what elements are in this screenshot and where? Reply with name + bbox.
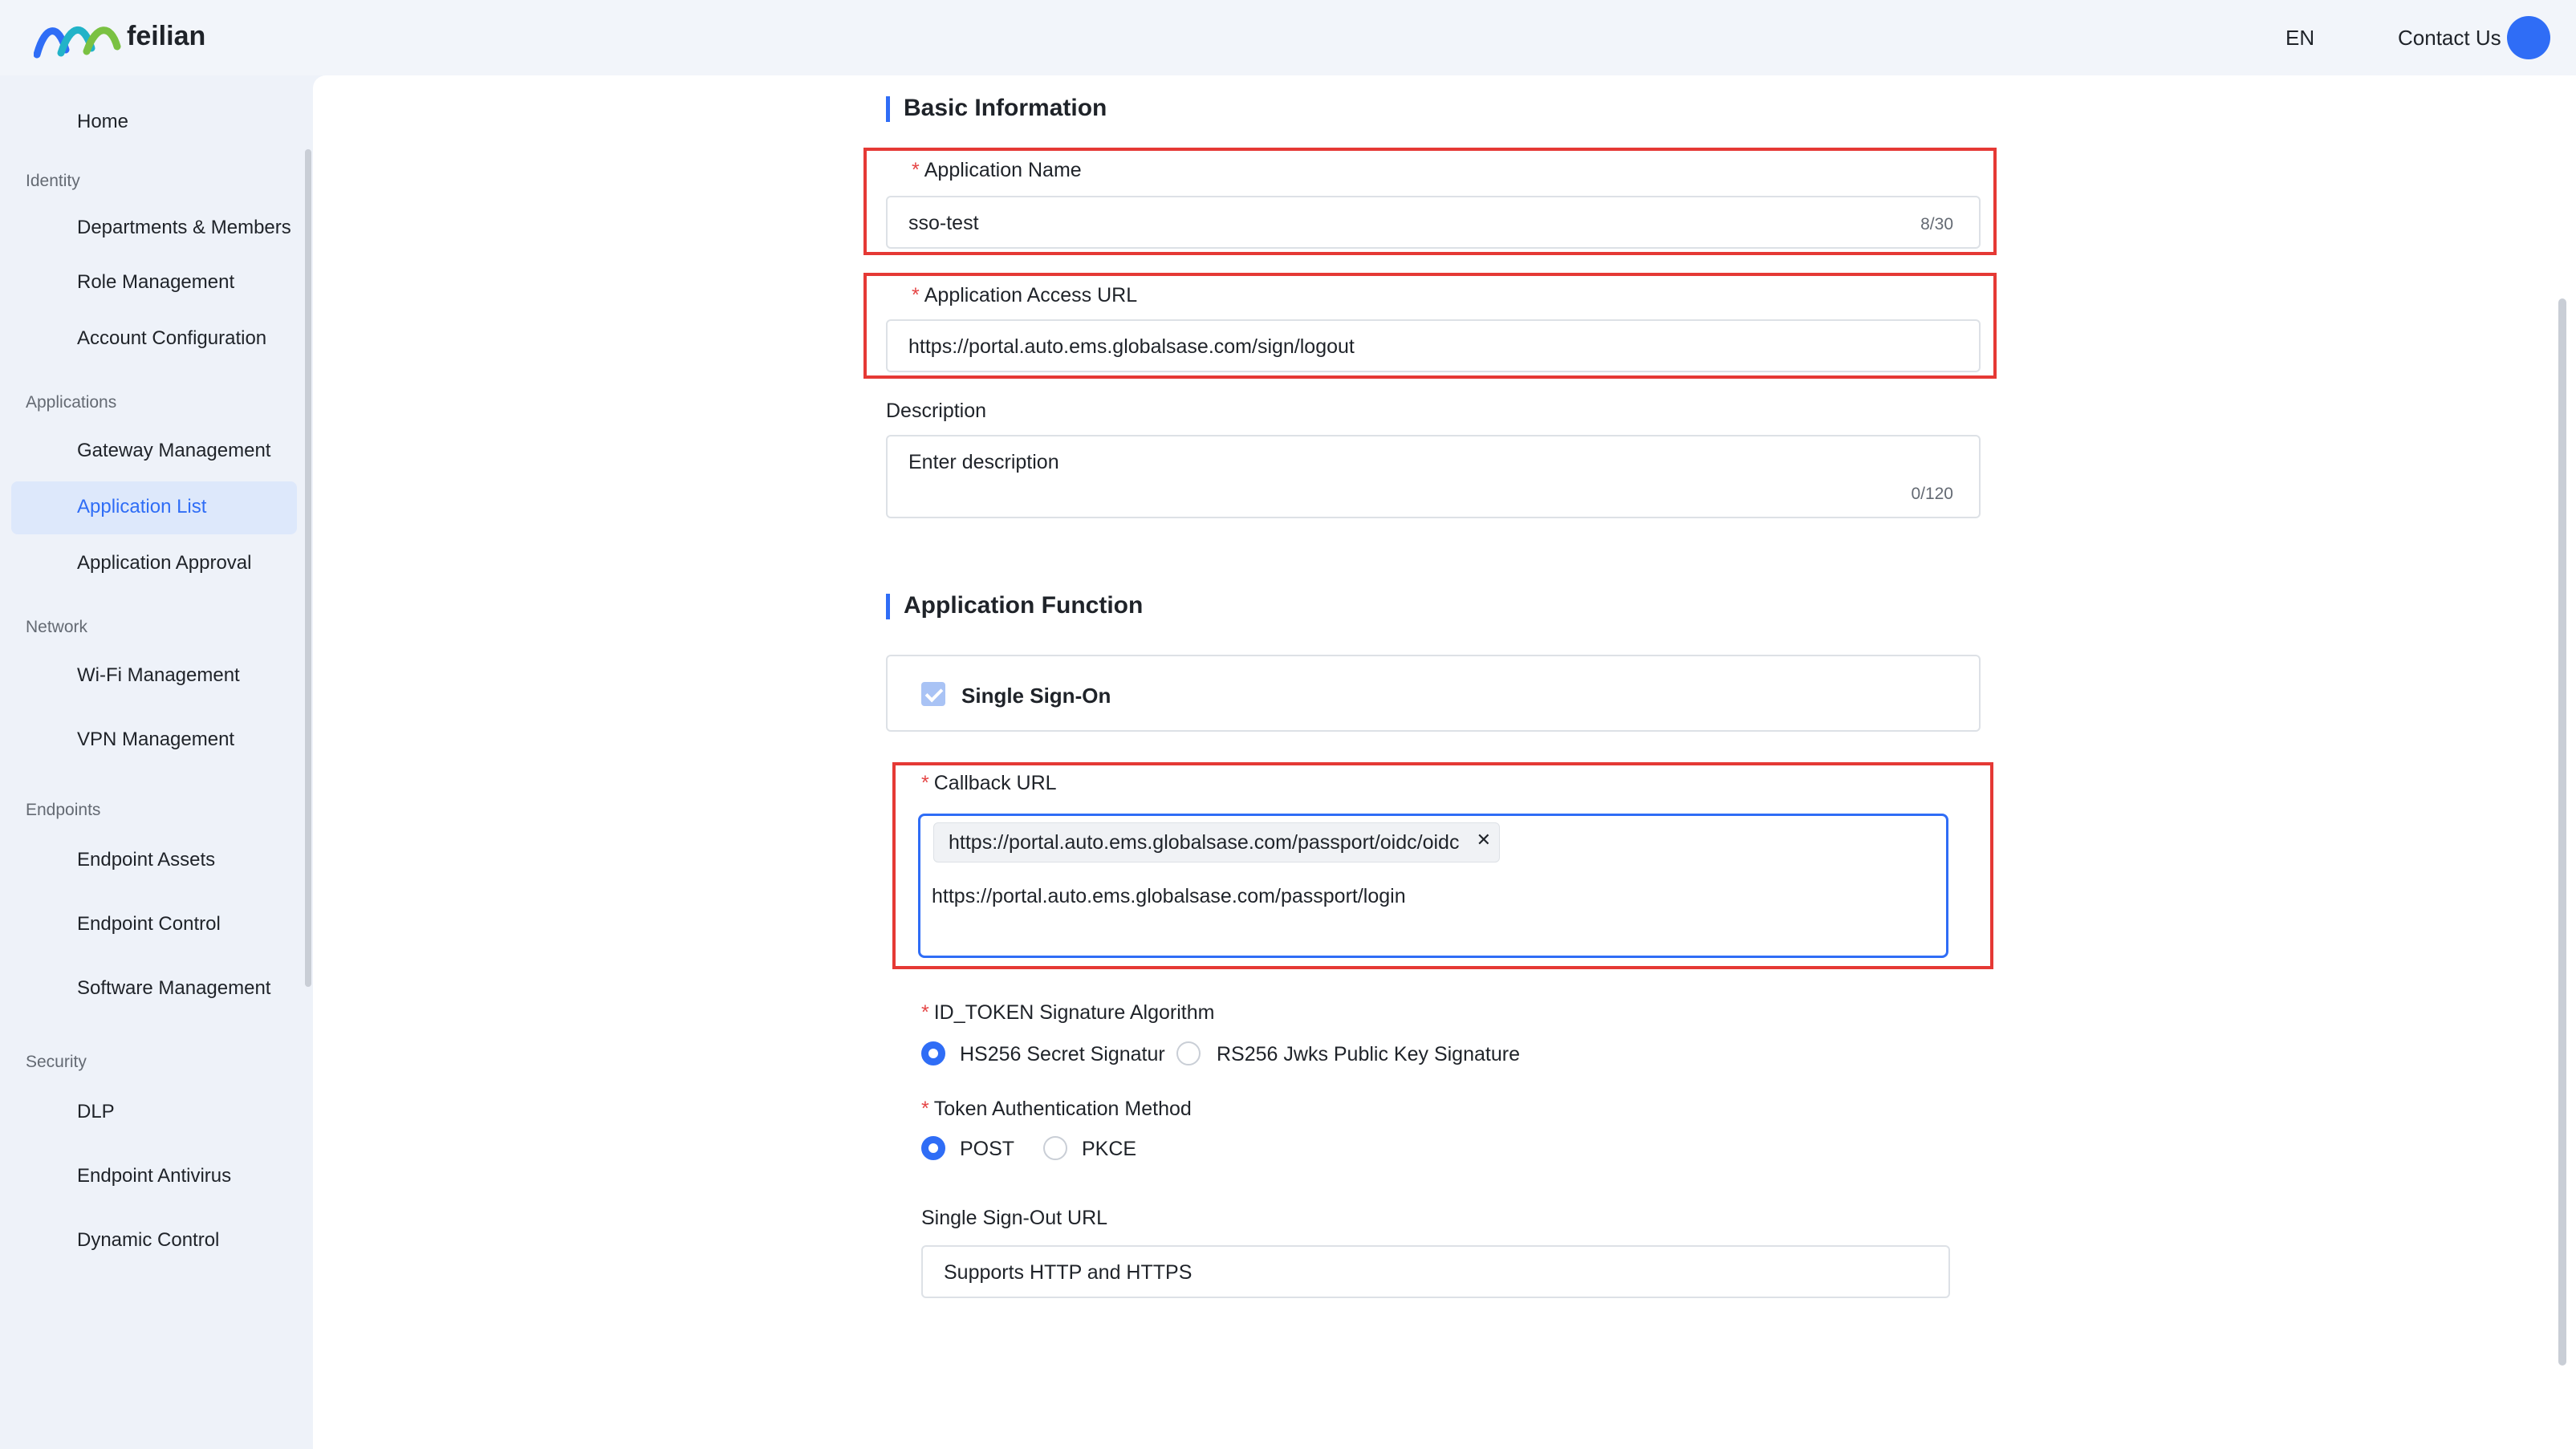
section-accent-bar	[886, 96, 890, 122]
brand-name: feilian	[127, 21, 206, 51]
description-counter: 0/120	[1911, 485, 1953, 503]
sidebar-item-application-approval[interactable]: Application Approval	[77, 552, 251, 574]
radio-rs256[interactable]	[1176, 1041, 1201, 1065]
sidebar-item-account-configuration[interactable]: Account Configuration	[77, 327, 266, 350]
application-access-url-input[interactable]: https://portal.auto.ems.globalsase.com/s…	[886, 319, 1981, 372]
application-name-input[interactable]: sso-test 8/30	[886, 196, 1981, 249]
application-name-counter: 8/30	[1920, 215, 1953, 233]
radio-pkce[interactable]	[1043, 1136, 1067, 1160]
callback-url-input[interactable]: https://portal.auto.ems.globalsase.com/p…	[918, 814, 1948, 958]
section-title-basic-information: Basic Information	[904, 95, 1107, 121]
sidebar: Home Identity Departments & Members Role…	[0, 75, 313, 1449]
single-sign-on-label: Single Sign-On	[961, 684, 1111, 708]
sidebar-item-endpoint-assets[interactable]: Endpoint Assets	[77, 849, 215, 871]
sidebar-scrollbar[interactable]	[305, 149, 311, 987]
single-sign-out-url-input[interactable]: Supports HTTP and HTTPS	[921, 1245, 1950, 1298]
sidebar-item-home[interactable]: Home	[77, 111, 128, 133]
sidebar-group-security: Security	[26, 1053, 87, 1071]
radio-label-post: POST	[960, 1138, 1015, 1160]
description-textarea[interactable]: Enter description 0/120	[886, 435, 1981, 518]
top-header: feilian EN Contact Us	[0, 0, 2576, 75]
label-application-access-url: * Application Access URL	[912, 284, 1138, 306]
label-single-sign-out-url: Single Sign-Out URL	[921, 1207, 1108, 1229]
label-token-authentication-method: * Token Authentication Method	[921, 1098, 1192, 1120]
sidebar-item-wifi-management[interactable]: Wi-Fi Management	[77, 664, 240, 687]
sidebar-group-network: Network	[26, 618, 88, 636]
label-callback-url: * Callback URL	[921, 772, 1057, 794]
contact-us-link[interactable]: Contact Us	[2398, 26, 2501, 51]
single-sign-on-checkbox[interactable]	[921, 682, 945, 706]
feilian-logo-icon	[34, 26, 121, 59]
sidebar-item-endpoint-antivirus[interactable]: Endpoint Antivirus	[77, 1165, 231, 1187]
sidebar-item-vpn-management[interactable]: VPN Management	[77, 729, 234, 751]
radio-label-rs256: RS256 Jwks Public Key Signature	[1217, 1043, 1520, 1065]
sidebar-group-applications: Applications	[26, 393, 117, 412]
sidebar-item-endpoint-control[interactable]: Endpoint Control	[77, 913, 221, 936]
radio-hs256[interactable]	[921, 1041, 945, 1065]
page-scrollbar[interactable]	[2558, 298, 2566, 1366]
section-title-application-function: Application Function	[904, 592, 1144, 619]
sidebar-item-dynamic-control[interactable]: Dynamic Control	[77, 1229, 219, 1252]
language-switch[interactable]: EN	[2285, 26, 2314, 51]
sidebar-group-endpoints: Endpoints	[26, 801, 101, 819]
sidebar-item-software-management[interactable]: Software Management	[77, 977, 270, 1000]
label-description: Description	[886, 400, 987, 422]
callback-url-typed-text: https://portal.auto.ems.globalsase.com/p…	[932, 885, 1406, 907]
sidebar-item-gateway-management[interactable]: Gateway Management	[77, 440, 270, 462]
radio-post[interactable]	[921, 1136, 945, 1160]
sidebar-item-role-management[interactable]: Role Management	[77, 271, 234, 294]
section-accent-bar	[886, 594, 890, 619]
sidebar-item-application-list[interactable]: Application List	[77, 496, 206, 518]
radio-label-hs256: HS256 Secret Signatur	[960, 1043, 1165, 1065]
tag-close-icon[interactable]: ✕	[1476, 830, 1491, 850]
sidebar-item-dlp[interactable]: DLP	[77, 1101, 115, 1123]
avatar[interactable]	[2507, 16, 2550, 59]
radio-label-pkce: PKCE	[1082, 1138, 1137, 1160]
label-application-name: * Application Name	[912, 159, 1082, 181]
sidebar-group-identity: Identity	[26, 172, 80, 190]
callback-url-tag: https://portal.auto.ems.globalsase.com/p…	[933, 822, 1500, 862]
label-id-token-signature-algorithm: * ID_TOKEN Signature Algorithm	[921, 1001, 1215, 1024]
single-sign-on-option[interactable]: Single Sign-On	[886, 655, 1981, 732]
sidebar-item-departments[interactable]: Departments & Members	[77, 217, 291, 239]
